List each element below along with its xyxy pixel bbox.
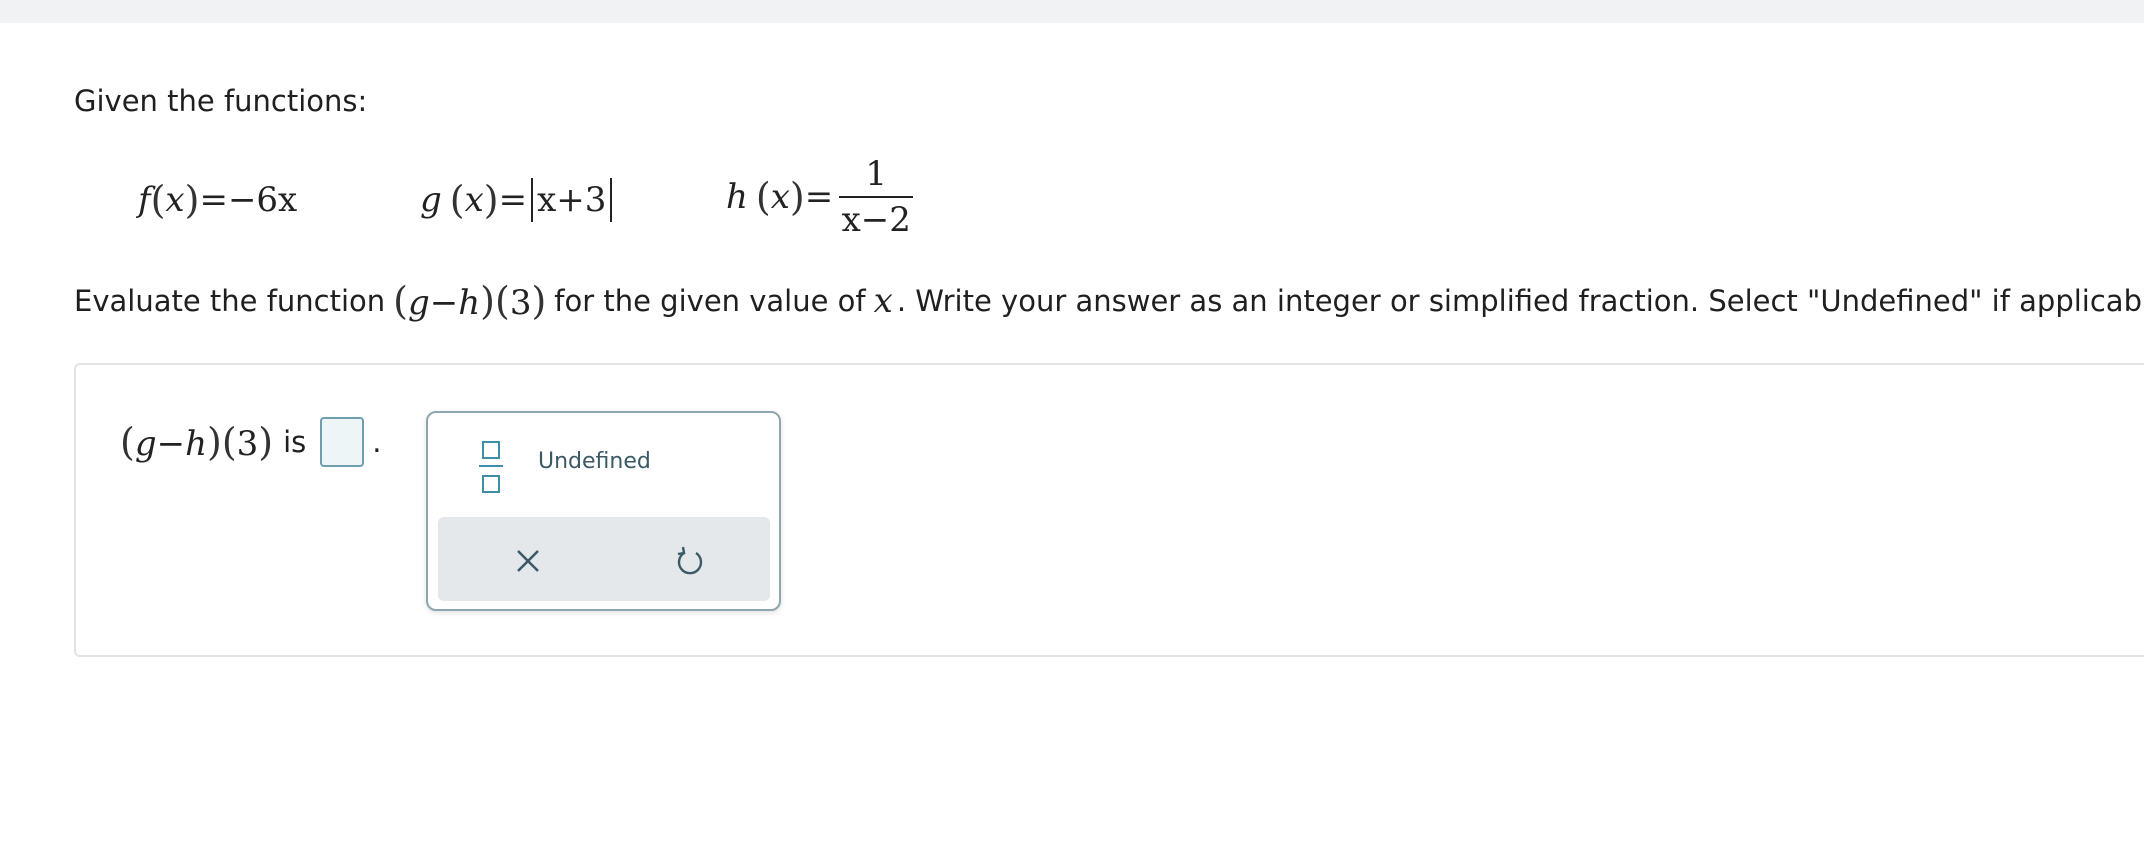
close-icon[interactable]: [508, 541, 548, 581]
f-var: x: [165, 180, 185, 220]
undo-icon[interactable]: [670, 541, 710, 581]
answer-expression: (g−h)(3): [120, 420, 274, 464]
answer-line: (g−h)(3) is .: [120, 412, 382, 472]
answer-is-label: is: [283, 425, 307, 459]
top-bar: [0, 0, 2144, 23]
answer-input[interactable]: [320, 417, 365, 467]
h-eq: =: [804, 177, 834, 217]
g-eq: =: [498, 180, 528, 220]
g-name: g: [420, 180, 442, 220]
instruction-text: Evaluate the function (g−h)(3) for the g…: [74, 279, 2144, 323]
f-eq: =: [199, 180, 228, 220]
g-var: x: [464, 180, 484, 220]
h-fraction: 1 x−2: [839, 154, 914, 240]
function-g: g(x) = x+3: [420, 170, 616, 230]
f-name: f: [138, 180, 151, 220]
function-h: h(x) = 1 x−2: [726, 152, 914, 242]
fraction-icon[interactable]: [476, 441, 506, 497]
abs-left-bar: [531, 178, 534, 222]
eval-expression: (g−h)(3): [393, 279, 547, 323]
function-f: f(x) = −6x: [138, 178, 298, 222]
math-keypad: Undefined: [426, 411, 781, 611]
h-numerator: 1: [865, 154, 888, 194]
abs-right-bar: [610, 178, 613, 222]
h-denominator: x−2: [841, 200, 911, 240]
h-name: h: [726, 177, 748, 217]
intro-text: Given the functions:: [74, 84, 368, 118]
keypad-actions: [438, 517, 770, 601]
eval-variable: x: [873, 281, 893, 321]
undefined-button[interactable]: Undefined: [538, 449, 651, 474]
h-var: x: [770, 177, 790, 217]
g-inner: x+3: [537, 180, 607, 220]
f-rhs: −6x: [227, 180, 298, 220]
answer-panel: [74, 363, 2144, 657]
answer-period: .: [372, 425, 382, 459]
